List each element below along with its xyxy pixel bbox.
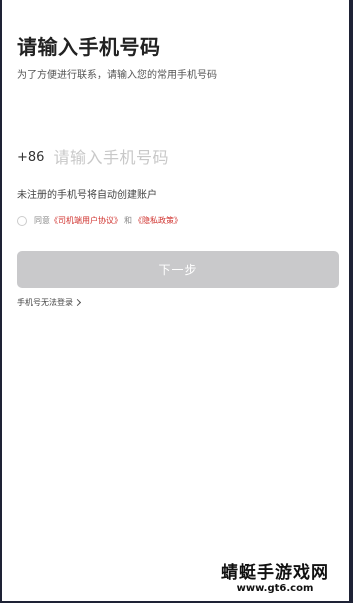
- agree-checkbox[interactable]: [17, 215, 27, 226]
- cant-login-link[interactable]: 手机号无法登录: [17, 297, 82, 308]
- auto-register-hint: 未注册的手机号将自动创建账户: [17, 190, 157, 201]
- country-code[interactable]: +86: [17, 150, 44, 165]
- privacy-policy-link[interactable]: 《隐私政策》: [134, 215, 182, 226]
- watermark-url: www.gt6.com: [236, 583, 314, 594]
- agreement-row: 同意 《司机端用户协议》 和 《隐私政策》: [17, 215, 182, 226]
- login-screen: 请输入手机号码 为了方便进行联系，请输入您的常用手机号码 +86 未注册的手机号…: [2, 0, 349, 601]
- phone-input[interactable]: [53, 145, 314, 169]
- agreement-prefix: 同意: [34, 216, 50, 225]
- watermark-title: 蜻蜓手游戏网: [221, 563, 329, 583]
- chevron-right-icon: [73, 298, 82, 307]
- site-watermark: 蜻蜓手游戏网 www.gt6.com: [207, 563, 343, 595]
- cant-login-label: 手机号无法登录: [17, 298, 73, 307]
- agreement-conjunction: 和: [124, 216, 132, 225]
- phone-input-row: +86: [17, 144, 339, 170]
- page-subtitle: 为了方便进行联系，请输入您的常用手机号码: [17, 70, 217, 81]
- user-agreement-link[interactable]: 《司机端用户协议》: [50, 215, 122, 226]
- page-title: 请输入手机号码: [17, 35, 161, 59]
- next-button[interactable]: 下一步: [17, 251, 339, 288]
